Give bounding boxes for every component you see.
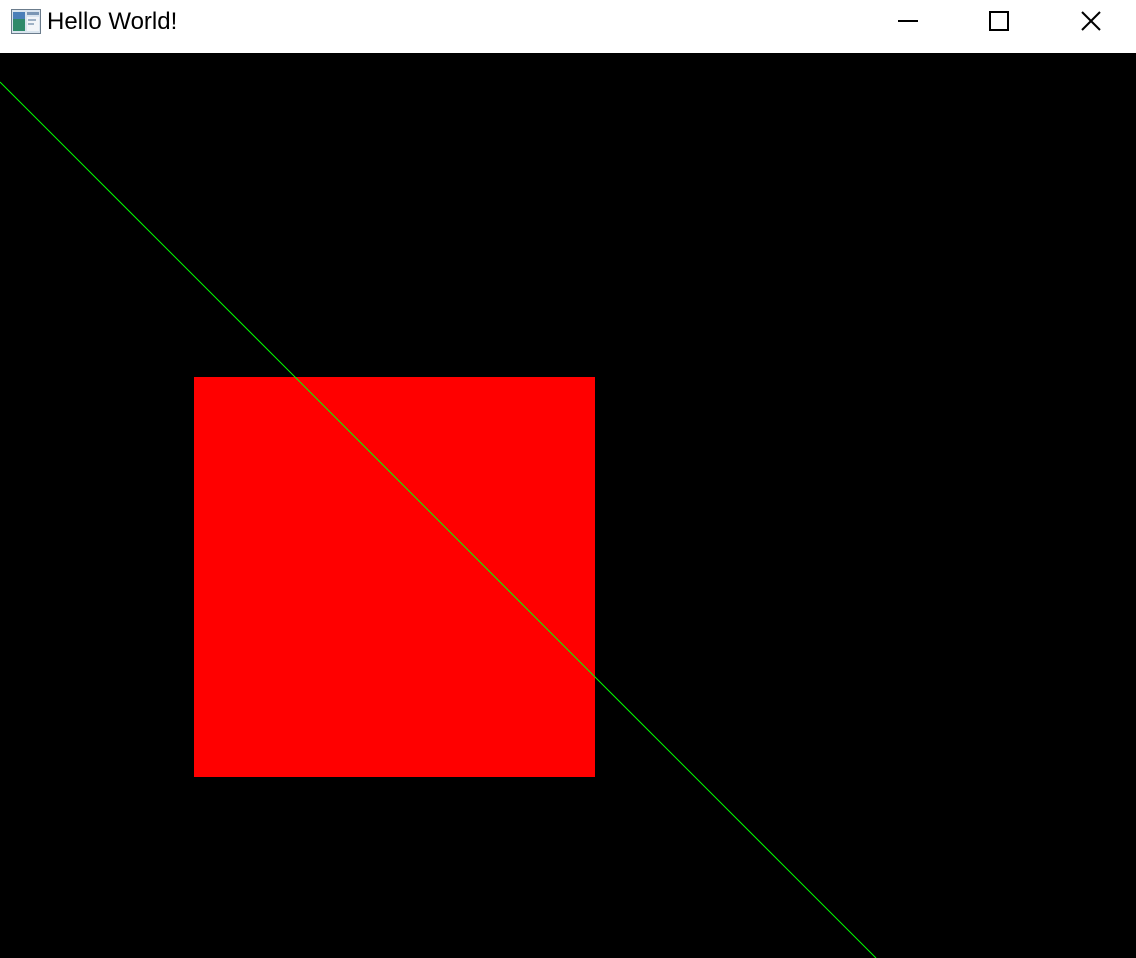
app-window: Hello World!: [0, 0, 1136, 958]
window-title: Hello World!: [47, 8, 178, 35]
minimize-icon: [898, 20, 918, 22]
close-button[interactable]: [1045, 0, 1136, 42]
red-rectangle: [194, 377, 595, 777]
render-canvas[interactable]: [0, 53, 1136, 958]
close-icon: [1081, 11, 1101, 31]
title-bar[interactable]: Hello World!: [0, 0, 1136, 53]
render-surface: [0, 81, 877, 958]
maximize-button[interactable]: [953, 0, 1045, 42]
green-diagonal-line: [0, 81, 877, 958]
app-window-icon: [11, 9, 41, 34]
minimize-button[interactable]: [862, 0, 954, 42]
maximize-icon: [989, 11, 1009, 31]
